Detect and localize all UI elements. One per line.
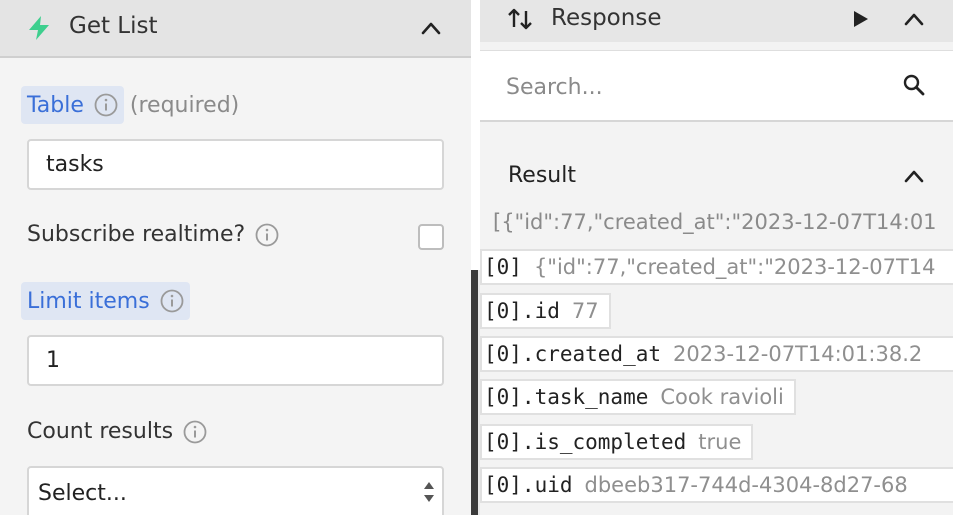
table-label-row: Table (required) (21, 86, 239, 124)
get-list-header[interactable]: Get List (0, 0, 471, 58)
row-value: Cook ravioli (660, 385, 784, 409)
count-label-row: Count results (27, 419, 207, 444)
bolt-icon (29, 16, 49, 40)
table-label: Table (27, 92, 84, 118)
result-row[interactable]: [0].uid dbeeb317-744d-4304-8d27-68 (480, 467, 953, 503)
limit-input[interactable]: 1 (27, 335, 444, 386)
chevron-up-icon[interactable] (903, 169, 925, 183)
select-arrows-icon (424, 482, 434, 502)
limit-label: Limit items (27, 288, 150, 314)
info-icon[interactable] (183, 420, 207, 444)
row-key: [0] (484, 255, 522, 279)
row-value: 2023-12-07T14:01:38.2 (673, 342, 923, 366)
row-value: true (698, 430, 742, 454)
table-label-chip[interactable]: Table (21, 86, 124, 124)
chevron-up-icon[interactable] (420, 21, 442, 35)
result-label: Result (508, 163, 576, 188)
resize-handle[interactable] (471, 270, 478, 515)
realtime-label: Subscribe realtime? (27, 222, 246, 247)
result-row[interactable]: [0].id 77 (480, 293, 611, 329)
info-icon[interactable] (94, 93, 118, 117)
row-key: [0].created_at (484, 342, 662, 366)
sort-arrows-icon (508, 8, 532, 30)
row-key: [0].uid (484, 473, 573, 497)
row-key: [0].id (484, 299, 560, 323)
result-row[interactable]: [0].task_name Cook ravioli (480, 379, 796, 415)
required-hint: (required) (129, 92, 240, 118)
search-icon[interactable] (902, 73, 926, 97)
panel-title: Get List (69, 13, 158, 39)
limit-label-row: Limit items (21, 282, 190, 320)
realtime-checkbox[interactable] (418, 224, 444, 250)
row-value: 77 (571, 299, 599, 323)
row-value: {"id":77,"created_at":"2023-12-07T14 (533, 255, 936, 279)
response-header[interactable]: Response (480, 0, 953, 42)
search-box (480, 50, 953, 122)
count-label: Count results (27, 419, 174, 444)
row-key: [0].task_name (484, 385, 649, 409)
result-row[interactable]: [0].is_completed true (480, 424, 754, 460)
realtime-label-row: Subscribe realtime? (27, 222, 279, 247)
result-row[interactable]: [0] {"id":77,"created_at":"2023-12-07T14 (480, 249, 953, 285)
panel-gap (471, 0, 480, 270)
table-input[interactable]: tasks (27, 139, 444, 190)
response-title: Response (551, 5, 662, 31)
count-select[interactable]: Select... (27, 466, 444, 515)
play-icon[interactable] (853, 10, 869, 28)
limit-label-chip[interactable]: Limit items (21, 282, 190, 320)
row-value: dbeeb317-744d-4304-8d27-68 (584, 473, 908, 497)
app-root: Get List Table (required) tasks Subscrib… (0, 0, 953, 515)
info-icon[interactable] (255, 223, 279, 247)
get-list-panel: Get List Table (required) tasks Subscrib… (0, 0, 471, 515)
search-input[interactable] (506, 71, 886, 103)
response-panel: Response Result [{"id":77,"created_at":"… (480, 0, 953, 515)
info-icon[interactable] (160, 289, 184, 313)
chevron-up-icon[interactable] (903, 12, 925, 26)
row-key: [0].is_completed (484, 430, 687, 454)
raw-json-line: [{"id":77,"created_at":"2023-12-07T14:01 (493, 210, 937, 234)
result-row[interactable]: [0].created_at 2023-12-07T14:01:38.2 (480, 336, 953, 372)
